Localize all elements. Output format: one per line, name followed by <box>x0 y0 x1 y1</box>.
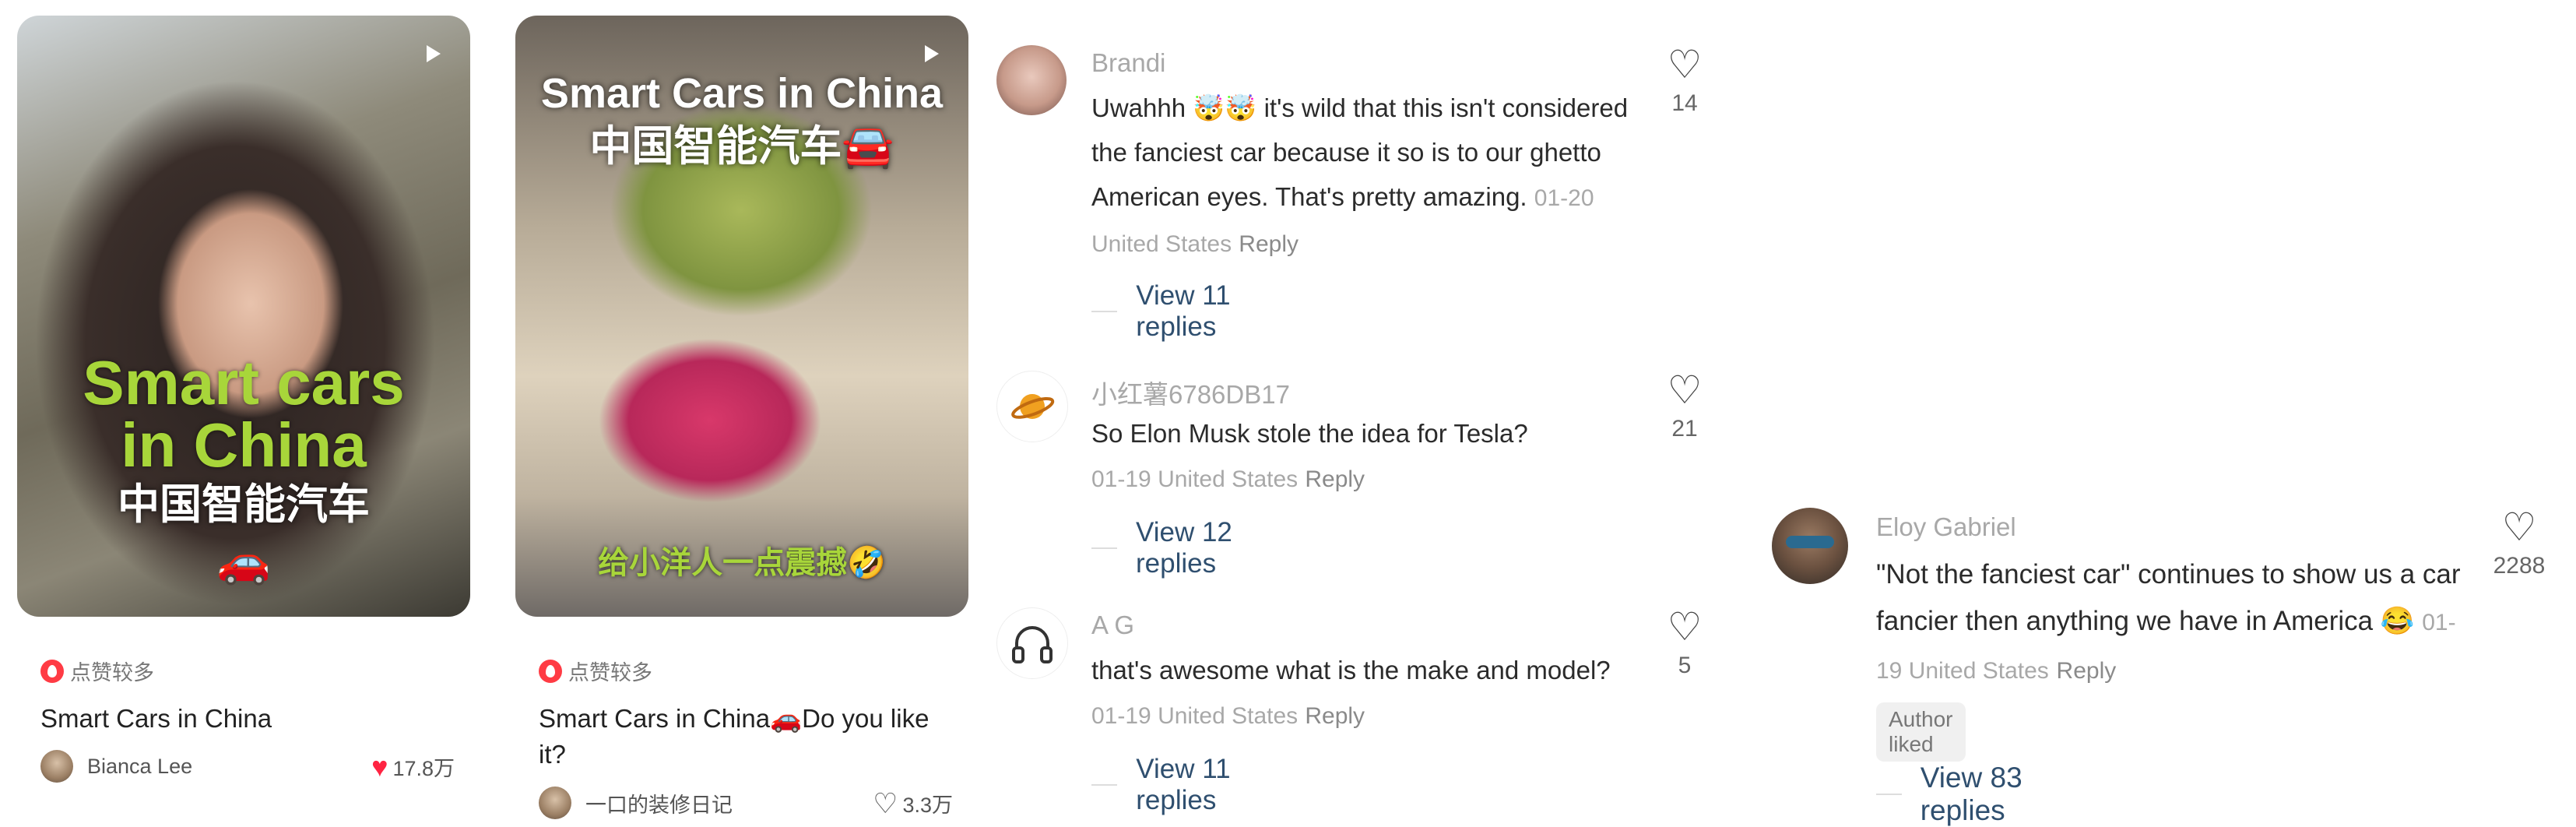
reply-button[interactable]: Reply <box>1305 703 1365 729</box>
avatar[interactable] <box>1772 508 1848 584</box>
divider <box>1876 794 1902 795</box>
view-replies[interactable]: View 11 replies <box>1091 280 1237 343</box>
comment-like-button[interactable]: ♡ 21 <box>1653 371 1716 442</box>
overlay-title: Smart Cars in China <box>540 70 944 117</box>
comment-username[interactable]: Brandi <box>1091 48 1165 78</box>
play-icon <box>925 45 939 62</box>
heart-outline-icon[interactable]: ♡ <box>1653 371 1716 410</box>
comment-username[interactable]: Eloy Gabriel <box>1876 512 2016 542</box>
author-liked-tag: Author liked <box>1876 702 1966 762</box>
divider <box>1091 311 1118 312</box>
view-replies-label[interactable]: View 12 replies <box>1136 517 1237 579</box>
comment-like-count: 21 <box>1671 416 1698 442</box>
avatar[interactable] <box>996 607 1068 679</box>
video-thumbnail[interactable]: Smart Cars in China 中国智能汽车🚘 给小洋人一点震撼🤣 <box>515 16 968 617</box>
comment-username[interactable]: A G <box>1091 611 1134 640</box>
divider <box>1091 547 1117 549</box>
author-name[interactable]: Bianca Lee <box>87 755 192 779</box>
view-replies[interactable]: View 12 replies <box>1091 517 1237 579</box>
overlay-title-line2: in China <box>121 410 367 480</box>
headphones-icon <box>1012 626 1053 663</box>
comment-text[interactable]: Uwahhh 🤯🤯 it's wild that this isn't cons… <box>1091 86 1636 266</box>
comment-body: that's awesome what is the make and mode… <box>1091 656 1611 684</box>
popular-badge: 点赞较多 <box>539 656 652 686</box>
comment-like-button[interactable]: ♡ 14 <box>1653 45 1716 117</box>
view-replies-label[interactable]: View 11 replies <box>1136 280 1237 343</box>
view-replies[interactable]: View 83 replies <box>1876 762 2026 827</box>
fire-icon <box>40 659 64 683</box>
heart-outline-icon[interactable]: ♡ <box>873 789 898 818</box>
heart-outline-icon[interactable]: ♡ <box>1653 607 1716 646</box>
author[interactable]: 一口的装修日记 <box>539 787 733 819</box>
overlay-caption: 给小洋人一点震撼🤣 <box>598 546 886 580</box>
like-count: 17.8万 <box>392 757 455 780</box>
like-button[interactable]: ♥ 17.8万 <box>371 751 455 782</box>
comment-text[interactable]: So Elon Musk stole the idea for Tesla? 0… <box>1091 411 1636 501</box>
badge-label: 点赞较多 <box>70 661 154 684</box>
view-replies-label[interactable]: View 11 replies <box>1136 754 1237 816</box>
comment-text[interactable]: "Not the fanciest car" continues to show… <box>1876 551 2468 695</box>
view-replies[interactable]: View 11 replies <box>1091 754 1237 816</box>
planet-icon <box>1011 394 1055 419</box>
reply-button[interactable]: Reply <box>1305 466 1365 492</box>
comment-like-count: 2288 <box>2493 553 2546 579</box>
heart-outline-icon[interactable]: ♡ <box>1653 45 1716 84</box>
avatar[interactable] <box>40 750 73 783</box>
badge-label: 点赞较多 <box>568 661 652 684</box>
author[interactable]: Bianca Lee <box>40 750 192 783</box>
comment-meta: 01-19 United States <box>1091 703 1299 729</box>
comment-like-button[interactable]: ♡ 2288 <box>2480 508 2558 579</box>
note-card[interactable]: Smart Cars in China 中国智能汽车🚘 给小洋人一点震撼🤣 点赞… <box>515 16 968 819</box>
comment-meta: 01-19 United States <box>1091 466 1299 492</box>
like-button[interactable]: ♡ 3.3万 <box>873 788 953 818</box>
fire-icon <box>539 659 562 683</box>
card-title[interactable]: Smart Cars in China🚗Do you like it? <box>539 701 951 772</box>
overlay-subtitle: 中国智能汽车🚘 <box>589 123 894 170</box>
avatar[interactable] <box>996 45 1067 115</box>
comment-username[interactable]: 小红薯6786DB17 <box>1091 374 1290 411</box>
comment-body: "Not the fanciest car" continues to show… <box>1876 559 2461 636</box>
heart-outline-icon[interactable]: ♡ <box>2480 508 2558 547</box>
sunglasses-icon <box>1786 536 1834 548</box>
comment-body: So Elon Musk stole the idea for Tesla? <box>1091 419 1528 448</box>
comment-like-count: 5 <box>1678 653 1692 678</box>
avatar[interactable] <box>539 787 571 819</box>
card-title[interactable]: Smart Cars in China <box>40 701 453 737</box>
like-count: 3.3万 <box>902 794 953 817</box>
comment-like-button[interactable]: ♡ 5 <box>1653 607 1716 679</box>
popular-badge: 点赞较多 <box>40 656 154 686</box>
comment-like-count: 14 <box>1671 90 1698 116</box>
note-card[interactable]: Smart cars in China 中国智能汽车 🚗 点赞较多 Smart … <box>17 16 470 783</box>
view-replies-label[interactable]: View 83 replies <box>1921 762 2026 827</box>
divider <box>1091 784 1118 786</box>
video-thumbnail[interactable]: Smart cars in China 中国智能汽车 🚗 <box>17 16 470 617</box>
play-icon <box>427 45 441 62</box>
avatar[interactable] <box>996 371 1068 442</box>
reply-button[interactable]: Reply <box>1239 231 1299 257</box>
car-emoji: 🚗 <box>216 537 271 586</box>
overlay-title-line1: Smart cars <box>83 348 405 417</box>
heart-filled-icon[interactable]: ♥ <box>371 752 388 781</box>
comment-text[interactable]: that's awesome what is the make and mode… <box>1091 648 1636 738</box>
reply-button[interactable]: Reply <box>2057 658 2117 684</box>
overlay-subtitle: 中国智能汽车 <box>118 481 370 528</box>
